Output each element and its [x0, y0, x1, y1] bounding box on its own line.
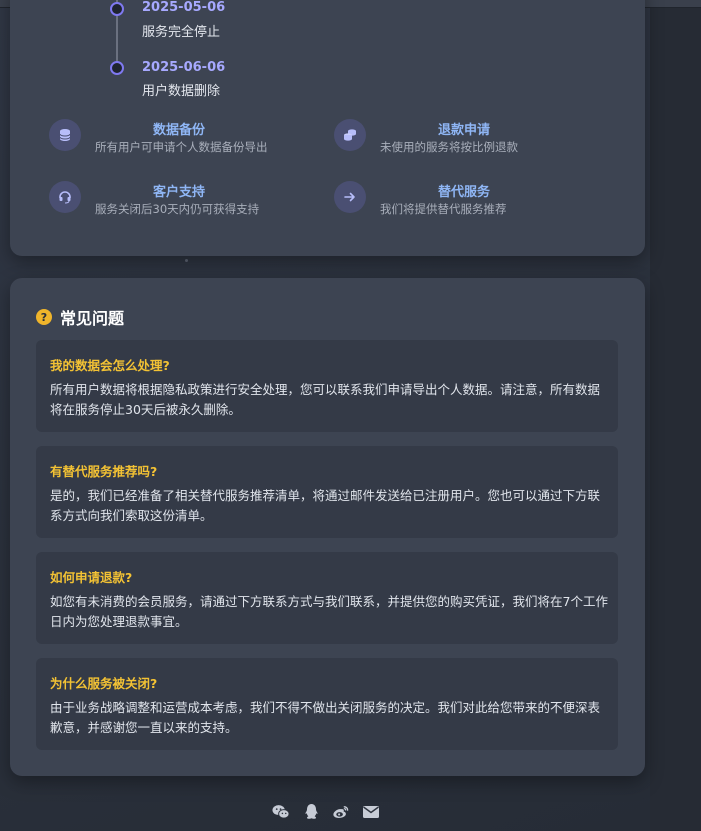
service-refund[interactable]: 退款申请 未使用的服务将按比例退款: [334, 119, 584, 159]
faq-item[interactable]: 为什么服务被关闭? 由于业务战略调整和运营成本考虑，我们不得不做出关闭服务的决定…: [36, 658, 618, 750]
service-data-backup[interactable]: 数据备份 所有用户可申请个人数据备份导出: [49, 119, 299, 159]
question-circle-icon: ?: [36, 309, 52, 325]
service-subtitle: 服务关闭后30天内仍可获得支持: [95, 202, 260, 216]
timeline-date: 2025-06-06: [142, 60, 226, 75]
service-subtitle: 未使用的服务将按比例退款: [380, 140, 518, 154]
service-title: 退款申请: [437, 123, 490, 138]
faq-question: 如何申请退款?: [50, 570, 133, 585]
service-title: 客户支持: [152, 185, 205, 200]
service-title: 数据备份: [152, 123, 205, 138]
faq-card: ? 常见问题 我的数据会怎么处理? 所有用户数据将根据隐私政策进行安全处理，您可…: [10, 278, 645, 776]
timeline-dot: [110, 2, 124, 16]
faq-item[interactable]: 我的数据会怎么处理? 所有用户数据将根据隐私政策进行安全处理，您可以联系我们申请…: [36, 340, 618, 432]
faq-question: 有替代服务推荐吗?: [50, 464, 158, 479]
faq-title: 常见问题: [60, 309, 125, 328]
faq-answer: 所有用户数据将根据隐私政策进行安全处理，您可以联系我们申请导出个人数据。请注意，…: [50, 382, 601, 417]
faq-question: 为什么服务被关闭?: [50, 676, 158, 691]
faq-question: 我的数据会怎么处理?: [50, 358, 170, 373]
service-alternatives[interactable]: 替代服务 我们将提供替代服务推荐: [334, 181, 584, 221]
mail-icon[interactable]: [362, 803, 380, 821]
qq-icon[interactable]: [302, 803, 320, 821]
faq-item[interactable]: 如何申请退款? 如您有未消费的会员服务，请通过下方联系方式与我们联系，并提供您的…: [36, 552, 618, 644]
faq-answer: 是的，我们已经准备了相关替代服务推荐清单，将通过邮件发送给已注册用户。您也可以通…: [50, 488, 601, 523]
timeline-dot: [110, 61, 124, 75]
timeline-desc: 服务完全停止: [142, 25, 221, 40]
faq-answer: 如您有未消费的会员服务，请通过下方联系方式与我们联系，并提供您的购买凭证，我们将…: [50, 594, 608, 629]
service-title: 替代服务: [437, 185, 490, 200]
faq-answer: 由于业务战略调整和运营成本考虑，我们不得不做出关闭服务的决定。我们对此给您带来的…: [50, 700, 601, 735]
timeline-desc: 用户数据删除: [142, 84, 221, 99]
decor-dot: [185, 259, 188, 262]
faq-item[interactable]: 有替代服务推荐吗? 是的，我们已经准备了相关替代服务推荐清单，将通过邮件发送给已…: [36, 446, 618, 538]
service-customer-support[interactable]: 客户支持 服务关闭后30天内仍可获得支持: [49, 181, 299, 221]
faq-header: ? 常见问题: [36, 306, 124, 328]
service-subtitle: 所有用户可申请个人数据备份导出: [95, 140, 268, 154]
wechat-icon[interactable]: [272, 803, 290, 821]
timeline-date: 2025-05-06: [142, 0, 226, 15]
shutdown-info-card: 2025-05-06 服务完全停止 2025-06-06 用户数据删除 数据备份…: [10, 0, 645, 256]
footer-contact-icons: [272, 802, 380, 822]
weibo-icon[interactable]: [332, 803, 350, 821]
service-subtitle: 我们将提供替代服务推荐: [380, 202, 507, 216]
right-background-strip: [650, 0, 701, 831]
